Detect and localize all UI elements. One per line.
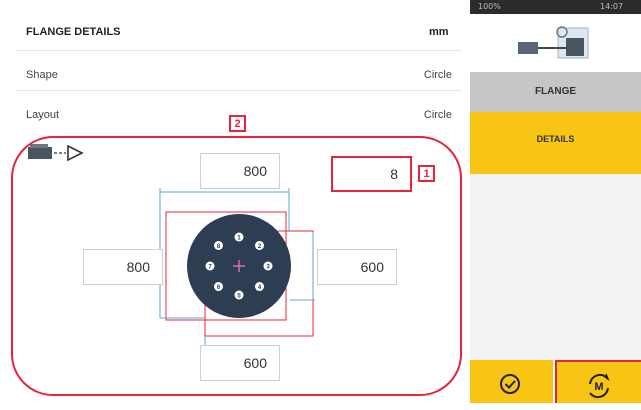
divider [16, 90, 462, 91]
divider [16, 50, 462, 51]
clock: 14:07 [600, 2, 624, 11]
measure-mode-icon: M [589, 373, 610, 399]
confirm-button[interactable] [470, 360, 553, 403]
bolt-count-field[interactable]: 8 [331, 156, 412, 192]
dimension-right-field[interactable]: 600 [317, 249, 397, 285]
page-title: FLANGE DETAILS [26, 26, 121, 38]
callout-2: 2 [229, 115, 246, 132]
main-panel: FLANGE DETAILS mm Shape Circle Layout Ci… [0, 0, 468, 403]
status-bar: 100% 14:07 [470, 0, 641, 14]
measure-mode-button[interactable]: M [555, 360, 641, 403]
dimension-bottom-field[interactable]: 600 [200, 345, 280, 381]
sidebar: 100% 14:07 FLANGE DETAILS M [470, 0, 641, 403]
nav-flange[interactable]: FLANGE [470, 72, 641, 112]
shape-value[interactable]: Circle [424, 69, 452, 81]
svg-text:M: M [594, 381, 603, 393]
nav-details[interactable]: DETAILS [470, 112, 641, 174]
layout-value[interactable]: Circle [424, 109, 452, 121]
dimension-left-field[interactable]: 800 [83, 249, 163, 285]
machine-train-icon [518, 26, 589, 59]
shape-label: Shape [26, 69, 58, 81]
dimension-top-field[interactable]: 800 [200, 153, 280, 189]
unit-label: mm [429, 26, 449, 38]
layout-label: Layout [26, 109, 60, 121]
sidebar-blank [470, 174, 641, 360]
callout-1: 1 [418, 165, 435, 182]
check-circle-icon [500, 374, 520, 394]
battery-level: 100% [478, 2, 501, 11]
